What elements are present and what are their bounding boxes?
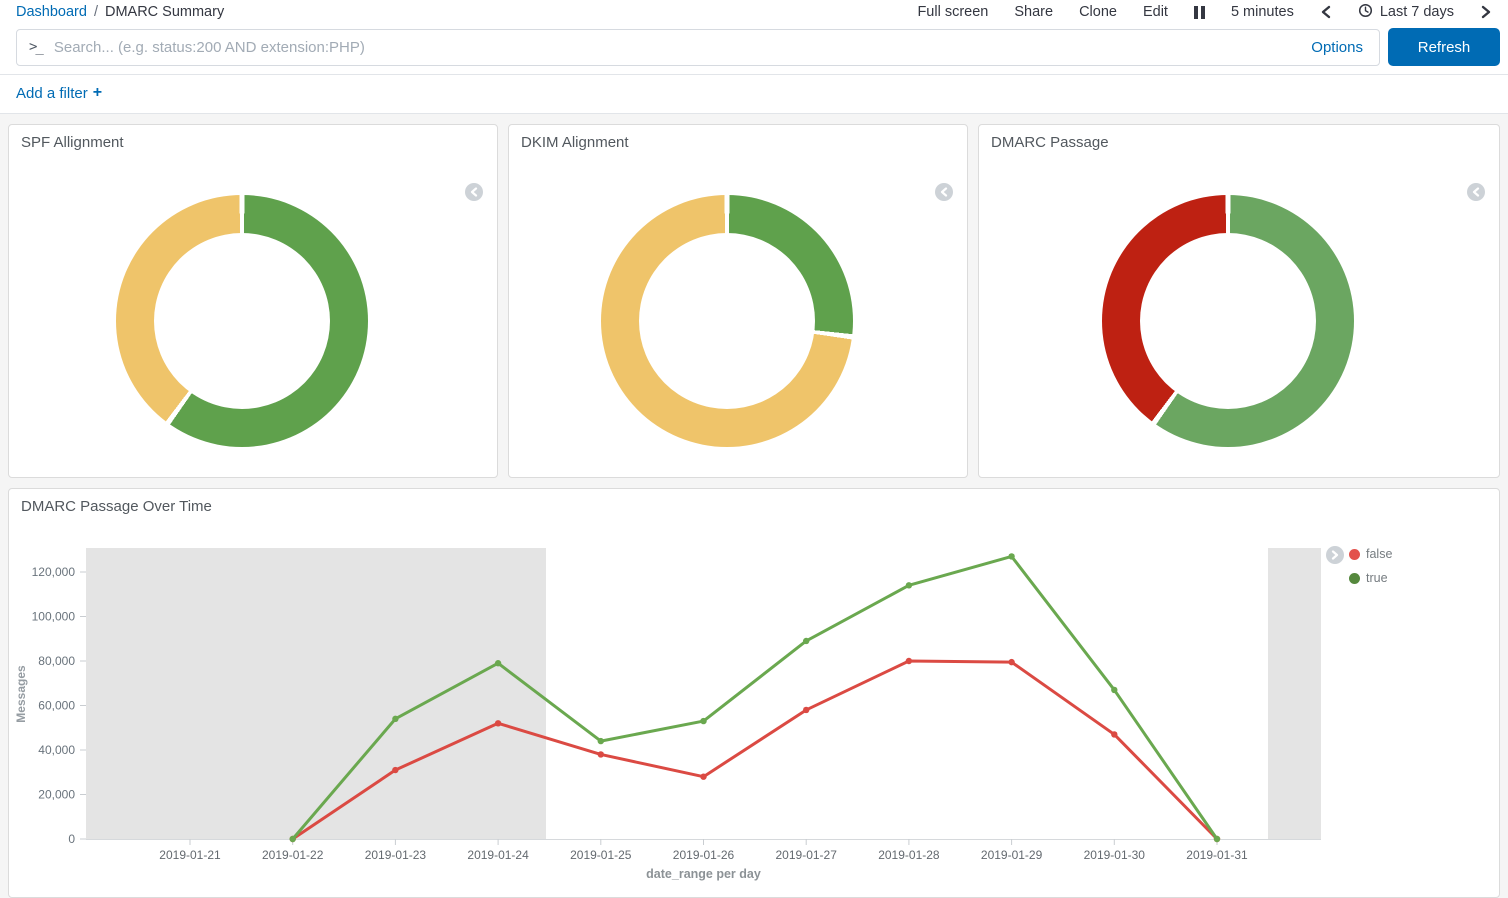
time-forward-chevron-icon[interactable] <box>1480 5 1492 19</box>
add-filter-link[interactable]: Add a filter + <box>16 84 102 102</box>
svg-text:Messages: Messages <box>14 665 28 723</box>
menu-item-edit[interactable]: Edit <box>1143 4 1168 20</box>
svg-text:2019-01-31: 2019-01-31 <box>1186 848 1248 862</box>
plus-icon: + <box>93 84 102 102</box>
refresh-interval-label[interactable]: 5 minutes <box>1231 4 1294 20</box>
svg-text:80,000: 80,000 <box>38 654 75 668</box>
legend-collapse-button[interactable] <box>465 183 483 201</box>
dmarc-over-time-line-chart: 2019-01-21 2019-01-22 2019-01-23 2019-01-24… <box>9 489 1500 897</box>
svg-text:0: 0 <box>68 832 75 846</box>
top-header: Dashboard / DMARC Summary Full screen Sh… <box>0 0 1508 24</box>
menu-item-full-screen[interactable]: Full screen <box>917 4 988 20</box>
svg-text:2019-01-24: 2019-01-24 <box>467 848 529 862</box>
donut-hole <box>639 233 815 409</box>
panel-dmarc-over-time: DMARC Passage Over Time 2019-01-212019-0… <box>8 488 1500 898</box>
legend-collapse-button[interactable] <box>1467 183 1485 201</box>
legend-label-true: true <box>1366 571 1388 585</box>
svg-text:2019-01-28: 2019-01-28 <box>878 848 940 862</box>
legend-label-false: false <box>1366 547 1392 561</box>
spf-donut-chart[interactable] <box>116 195 368 447</box>
pause-icon[interactable] <box>1194 6 1205 19</box>
svg-text:2019-01-21: 2019-01-21 <box>159 848 221 862</box>
legend-item-true[interactable]: true <box>1349 571 1392 585</box>
menu-item-share[interactable]: Share <box>1014 4 1053 20</box>
time-range-picker[interactable]: Last 7 days <box>1358 3 1454 22</box>
svg-text:20,000: 20,000 <box>38 788 75 802</box>
legend-collapse-button[interactable] <box>935 183 953 201</box>
svg-text:60,000: 60,000 <box>38 699 75 713</box>
breadcrumb: Dashboard / DMARC Summary <box>16 4 224 20</box>
panel-dmarc-passage: DMARC Passage <box>978 124 1500 478</box>
svg-text:2019-01-29: 2019-01-29 <box>981 848 1043 862</box>
donut-hole <box>1140 233 1316 409</box>
dashboard-grid: SPF Allignment DKIM Alignment DMARC Pass… <box>0 114 1508 898</box>
time-back-chevron-icon[interactable] <box>1320 5 1332 19</box>
add-filter-label: Add a filter <box>16 85 88 102</box>
svg-text:date_range per day: date_range per day <box>646 867 761 881</box>
svg-text:2019-01-25: 2019-01-25 <box>570 848 632 862</box>
svg-text:100,000: 100,000 <box>32 610 76 624</box>
filter-bar: Add a filter + <box>0 74 1508 114</box>
legend-item-false[interactable]: false <box>1349 547 1392 561</box>
svg-text:2019-01-27: 2019-01-27 <box>776 848 838 862</box>
terminal-prompt-icon: >_ <box>29 39 42 55</box>
donut-hole <box>154 233 330 409</box>
search-input[interactable] <box>54 39 1299 56</box>
panel-title-dkim: DKIM Alignment <box>509 125 967 151</box>
svg-text:2019-01-23: 2019-01-23 <box>365 848 427 862</box>
panel-title-dmarc: DMARC Passage <box>979 125 1499 151</box>
search-box[interactable]: >_ Options <box>16 29 1380 66</box>
page-title: DMARC Summary <box>105 4 224 20</box>
svg-text:2019-01-22: 2019-01-22 <box>262 848 324 862</box>
panel-dkim-alignment: DKIM Alignment <box>508 124 968 478</box>
svg-text:2019-01-30: 2019-01-30 <box>1084 848 1146 862</box>
dmarc-donut-chart[interactable] <box>1102 195 1354 447</box>
legend-dot-false <box>1349 549 1360 560</box>
panel-spf-allignment: SPF Allignment <box>8 124 498 478</box>
refresh-button[interactable]: Refresh <box>1388 28 1500 66</box>
svg-text:40,000: 40,000 <box>38 743 75 757</box>
dkim-donut-chart[interactable] <box>601 195 853 447</box>
options-link[interactable]: Options <box>1299 39 1363 56</box>
menu-item-clone[interactable]: Clone <box>1079 4 1117 20</box>
chart-legend: false true <box>1349 547 1392 595</box>
svg-text:120,000: 120,000 <box>32 565 76 579</box>
time-range-label: Last 7 days <box>1380 4 1454 20</box>
breadcrumb-dashboard-link[interactable]: Dashboard <box>16 4 87 20</box>
top-menu: Full screen Share Clone Edit 5 minutes L… <box>917 3 1492 22</box>
query-bar: >_ Options Refresh <box>0 24 1508 74</box>
svg-text:2019-01-26: 2019-01-26 <box>673 848 735 862</box>
legend-expand-button[interactable] <box>1326 546 1344 564</box>
clock-icon <box>1358 3 1373 22</box>
breadcrumb-separator: / <box>94 4 98 20</box>
panel-title-spf: SPF Allignment <box>9 125 497 151</box>
legend-dot-true <box>1349 573 1360 584</box>
